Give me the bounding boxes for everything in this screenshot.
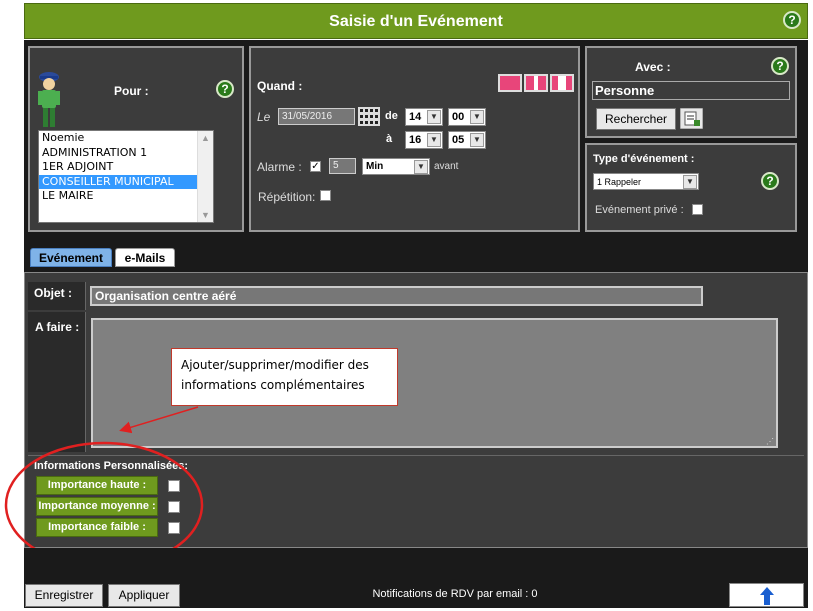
chevron-down-icon[interactable]: ▼ bbox=[427, 133, 441, 147]
annotation-callout: Ajouter/supprimer/modifier des informati… bbox=[171, 348, 398, 406]
objet-label: Objet : bbox=[34, 286, 72, 300]
type-event-select[interactable]: 1 Rappeler ▼ bbox=[593, 173, 699, 190]
chevron-down-icon[interactable]: ▼ bbox=[427, 110, 441, 124]
repetition-checkbox[interactable] bbox=[320, 190, 331, 201]
notifications-status: Notifications de RDV par email : 0 bbox=[372, 588, 538, 600]
end-hour-select[interactable]: 16 ▼ bbox=[405, 131, 443, 149]
afaire-label: A faire : bbox=[35, 320, 80, 334]
de-label: de bbox=[385, 110, 398, 122]
list-item-selected[interactable]: CONSEILLER MUNICIPAL bbox=[39, 174, 197, 190]
scroll-up-icon[interactable]: ▲ bbox=[201, 133, 210, 143]
quand-label: Quand : bbox=[257, 79, 303, 93]
avec-input[interactable]: Personne bbox=[592, 81, 790, 100]
chevron-down-icon[interactable]: ▼ bbox=[470, 133, 484, 147]
pour-label: Pour : bbox=[114, 84, 149, 98]
avec-label: Avec : bbox=[635, 60, 671, 74]
importance-faible-checkbox[interactable] bbox=[168, 522, 180, 534]
importance-moyenne-button[interactable]: Importance moyenne : bbox=[36, 497, 158, 516]
rechercher-button[interactable]: Rechercher bbox=[596, 108, 676, 130]
arrow-up-icon[interactable] bbox=[760, 587, 774, 605]
type-event-label: Type d'événement : bbox=[593, 153, 695, 165]
chevron-down-icon[interactable]: ▼ bbox=[683, 175, 697, 189]
appliquer-button[interactable]: Appliquer bbox=[108, 584, 180, 607]
color-swatch-mixed[interactable] bbox=[524, 74, 548, 92]
importance-haute-button[interactable]: Importance haute : bbox=[36, 476, 158, 495]
alarme-label: Alarme : bbox=[257, 160, 302, 174]
enregistrer-button[interactable]: Enregistrer bbox=[25, 584, 103, 607]
repetition-label: Répétition: bbox=[258, 190, 316, 204]
scroll-down-icon[interactable]: ▼ bbox=[201, 210, 210, 220]
prive-label: Evénement privé : bbox=[595, 204, 684, 216]
importance-haute-checkbox[interactable] bbox=[168, 480, 180, 492]
pour-help-icon[interactable]: ? bbox=[216, 80, 234, 98]
add-contact-icon[interactable] bbox=[680, 108, 703, 129]
type-event-help-icon[interactable]: ? bbox=[761, 172, 779, 190]
alarme-checkbox[interactable]: ✓ bbox=[310, 161, 321, 172]
list-item[interactable]: 1ER ADJOINT bbox=[39, 160, 213, 175]
avec-help-icon[interactable]: ? bbox=[771, 57, 789, 75]
listbox-scrollbar[interactable]: ▲ ▼ bbox=[197, 131, 213, 222]
chevron-down-icon[interactable]: ▼ bbox=[414, 160, 428, 174]
a-label: à bbox=[386, 133, 393, 145]
importance-faible-button[interactable]: Importance faible : bbox=[36, 518, 158, 537]
le-label: Le bbox=[257, 110, 271, 124]
end-minute-select[interactable]: 05 ▼ bbox=[448, 131, 486, 149]
chevron-down-icon[interactable]: ▼ bbox=[470, 110, 484, 124]
alarme-unit-select[interactable]: Min ▼ bbox=[362, 158, 430, 175]
prive-checkbox[interactable] bbox=[692, 204, 703, 215]
list-item[interactable]: LE MAIRE bbox=[39, 189, 213, 204]
start-hour-select[interactable]: 14 ▼ bbox=[405, 108, 443, 126]
alarme-value-input[interactable]: 5 bbox=[329, 158, 356, 174]
person-icon bbox=[38, 72, 60, 127]
help-icon[interactable]: ? bbox=[783, 11, 801, 29]
title-bar: Saisie d'un Evénement ? bbox=[24, 3, 808, 39]
list-item[interactable]: ADMINISTRATION 1 bbox=[39, 146, 213, 161]
annotation-line-1: Ajouter/supprimer/modifier des bbox=[181, 358, 369, 372]
color-swatch-pink[interactable] bbox=[498, 74, 522, 92]
divider bbox=[28, 455, 804, 456]
start-minute-select[interactable]: 00 ▼ bbox=[448, 108, 486, 126]
annotation-line-2: informations complémentaires bbox=[181, 378, 365, 392]
importance-moyenne-checkbox[interactable] bbox=[168, 501, 180, 513]
footer-band bbox=[24, 548, 808, 582]
pour-listbox[interactable]: Noemie ADMINISTRATION 1 1ER ADJOINT CONS… bbox=[38, 130, 214, 223]
resize-handle-icon[interactable]: ⋰ bbox=[766, 437, 774, 446]
tab-evenement[interactable]: Evénement bbox=[30, 248, 112, 267]
infos-label: Informations Personnalisées: bbox=[34, 460, 189, 472]
objet-input[interactable]: Organisation centre aéré bbox=[90, 286, 703, 306]
date-input[interactable]: 31/05/2016 bbox=[278, 108, 355, 125]
avant-label: avant bbox=[434, 161, 459, 172]
page-title: Saisie d'un Evénement bbox=[329, 13, 503, 30]
tab-emails[interactable]: e-Mails bbox=[115, 248, 175, 267]
calendar-icon[interactable] bbox=[358, 107, 380, 126]
list-item[interactable]: Noemie bbox=[39, 131, 213, 146]
color-swatch-light[interactable] bbox=[550, 74, 574, 92]
scroll-top-button[interactable] bbox=[729, 583, 804, 607]
